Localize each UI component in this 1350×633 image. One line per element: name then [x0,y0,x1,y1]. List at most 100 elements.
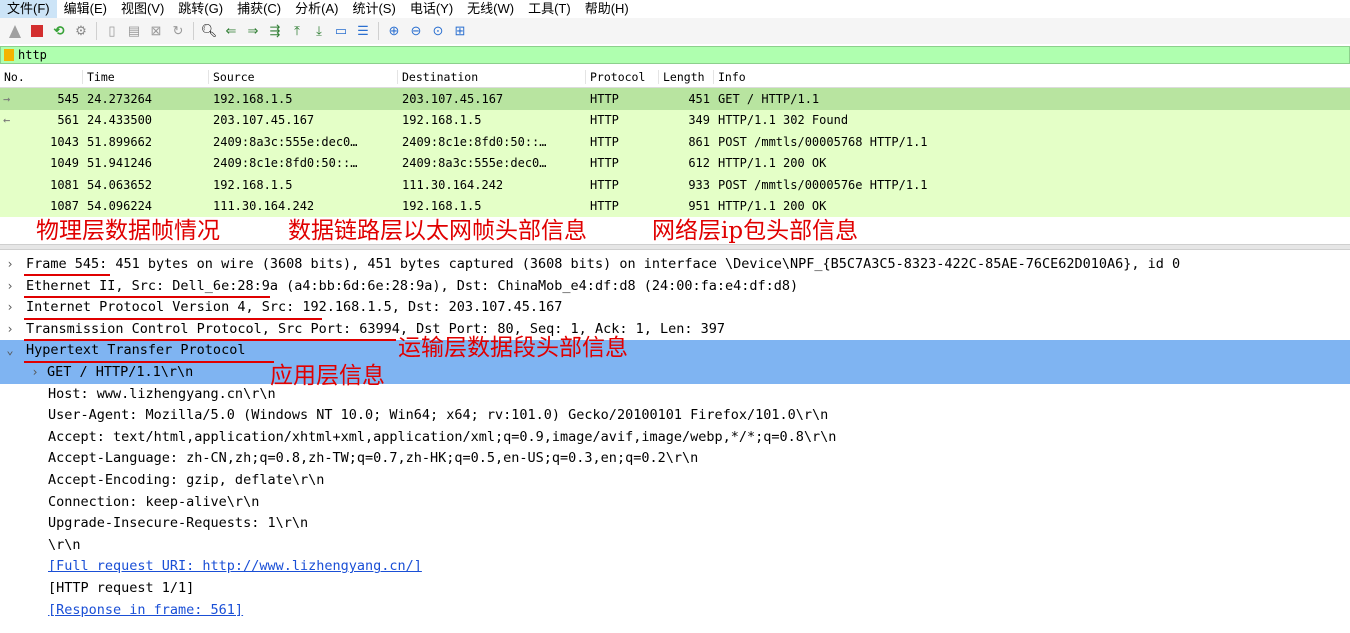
tree-item-accept-language[interactable]: Accept-Language: zh-CN,zh;q=0.8,zh-TW;q=… [0,448,1350,470]
packet-no: 1049 [50,156,79,171]
packet-protocol: HTTP [590,156,619,171]
go-back-icon[interactable]: ⇐ [222,22,240,40]
packet-row[interactable]: ← 561 24.433500 203.107.45.167 192.168.1… [0,109,1350,131]
find-packet-icon[interactable]: 🔍︎ [200,22,218,40]
tree-item-frame[interactable]: › Frame 545: 451 bytes on wire (3608 bits… [0,254,1350,276]
colorize-icon[interactable]: ☰ [354,22,372,40]
restart-capture-icon[interactable]: ⟲ [50,22,68,40]
packet-row[interactable]: → 545 24.273264 192.168.1.5 203.107.45.1… [0,88,1350,110]
collapse-arrow-icon[interactable]: ⌄ [0,340,20,362]
reload-file-icon[interactable]: ↻ [169,22,187,40]
tree-item-http[interactable]: ⌄ Hypertext Transfer Protocol [0,340,1350,362]
packet-time: 24.433500 [87,113,153,128]
expand-arrow-icon[interactable]: › [0,276,20,298]
menu-file[interactable]: 文件(F) [0,0,57,18]
display-filter-input[interactable]: http [18,48,47,62]
packet-row[interactable]: 1043 51.899662 2409:8a3c:555e:dec0… 2409… [0,131,1350,153]
tree-item-user-agent[interactable]: User-Agent: Mozilla/5.0 (Windows NT 10.0… [0,405,1350,427]
packet-destination: 2409:8c1e:8fd0:50::… [402,134,547,149]
go-forward-icon[interactable]: ⇒ [244,22,262,40]
packet-no: 561 [57,113,79,128]
filter-bookmark-icon[interactable] [4,49,14,61]
menu-wireless[interactable]: 无线(W) [460,0,521,18]
packet-length: 933 [688,177,710,192]
tree-item-response-in[interactable]: [Response in frame: 561] [0,600,1350,622]
tree-item-label: Connection: keep-alive\r\n [48,493,260,510]
menu-capture[interactable]: 捕获(C) [230,0,288,18]
packet-details-tree: › Frame 545: 451 bytes on wire (3608 bits… [0,254,1350,621]
tree-item-label: Accept-Language: zh-CN,zh;q=0.8,zh-TW;q=… [48,450,699,467]
capture-options-icon[interactable]: ⚙ [72,22,90,40]
full-uri-link[interactable]: [Full request URI: http://www.lizhengyan… [48,558,422,574]
go-to-packet-icon[interactable]: ⇶ [266,22,284,40]
packet-row[interactable]: 1049 51.941246 2409:8c1e:8fd0:50::… 2409… [0,152,1350,174]
column-header-source[interactable]: Source [209,70,398,84]
expand-arrow-icon[interactable]: › [28,362,42,384]
zoom-out-icon[interactable]: ⊖ [407,22,425,40]
tree-item-label: Accept-Encoding: gzip, deflate\r\n [48,471,325,488]
save-file-icon[interactable]: ▤ [125,22,143,40]
tree-item-label: Accept: text/html,application/xhtml+xml,… [48,428,837,445]
last-packet-icon[interactable]: ⤓ [310,22,328,40]
normal-size-icon[interactable]: ⊙ [429,22,447,40]
packet-info: POST /mmtls/0000576e HTTP/1.1 [718,177,928,192]
expand-arrow-icon[interactable]: › [0,254,20,276]
packet-info: HTTP/1.1 302 Found [718,113,849,128]
tree-item-ethernet[interactable]: › Ethernet II, Src: Dell_6e:28:9a (a4:bb:… [0,276,1350,298]
auto-scroll-icon[interactable]: ▭ [332,22,350,40]
tree-item-ip[interactable]: › Internet Protocol Version 4, Src: 192.1… [0,297,1350,319]
packet-time: 51.899662 [87,134,153,149]
menu-statistics[interactable]: 统计(S) [345,0,402,18]
first-packet-icon[interactable]: ⤒ [288,22,306,40]
annotation-underline [24,274,110,276]
packet-row[interactable]: 1081 54.063652 192.168.1.5 111.30.164.24… [0,174,1350,196]
column-header-no[interactable]: No. [0,70,83,84]
tree-item-host[interactable]: Host: www.lizhengyang.cn\r\n [0,384,1350,406]
tree-item-http-get[interactable]: › GET / HTTP/1.1\r\n [0,361,1350,384]
column-header-time[interactable]: Time [83,70,209,84]
annotation-underline [24,361,274,363]
pane-splitter[interactable] [0,244,1350,250]
packet-protocol: HTTP [590,91,619,106]
tree-item-accept[interactable]: Accept: text/html,application/xhtml+xml,… [0,427,1350,449]
response-frame-link[interactable]: [Response in frame: 561] [48,602,243,618]
packet-source: 192.168.1.5 [213,91,293,106]
menu-analyze[interactable]: 分析(A) [288,0,345,18]
column-header-length[interactable]: Length [659,70,714,84]
tree-item-tcp[interactable]: › Transmission Control Protocol, Src Port… [0,319,1350,341]
menu-help[interactable]: 帮助(H) [578,0,636,18]
tree-item-connection[interactable]: Connection: keep-alive\r\n [0,492,1350,514]
column-header-destination[interactable]: Destination [398,70,586,84]
menu-tools[interactable]: 工具(T) [521,0,578,18]
tree-item-crlf[interactable]: \r\n [0,535,1350,557]
toolbar-separator [193,22,194,40]
open-file-icon[interactable]: ▯ [103,22,121,40]
expand-arrow-icon[interactable]: › [0,319,20,341]
menu-view[interactable]: 视图(V) [114,0,171,18]
packet-protocol: HTTP [590,199,619,214]
menu-edit[interactable]: 编辑(E) [57,0,114,18]
tree-item-upgrade[interactable]: Upgrade-Insecure-Requests: 1\r\n [0,513,1350,535]
menu-bar: 文件(F) 编辑(E) 视图(V) 跳转(G) 捕获(C) 分析(A) 统计(S… [0,0,1350,18]
close-file-icon[interactable]: ⊠ [147,22,165,40]
menu-telephony[interactable]: 电话(Y) [403,0,460,18]
column-header-protocol[interactable]: Protocol [586,70,659,84]
menu-go[interactable]: 跳转(G) [171,0,230,18]
tree-item-label: [HTTP request 1/1] [48,579,195,596]
tree-item-request-count[interactable]: [HTTP request 1/1] [0,578,1350,600]
stop-capture-icon[interactable] [28,22,46,40]
annotation-underline [24,296,270,298]
column-header-info[interactable]: Info [714,70,1350,84]
request-arrow-icon: → [3,91,11,106]
packet-source: 2409:8a3c:555e:dec0… [213,134,358,149]
tree-item-label: GET / HTTP/1.1\r\n [47,363,194,380]
expand-arrow-icon[interactable]: › [0,297,20,319]
tree-item-accept-encoding[interactable]: Accept-Encoding: gzip, deflate\r\n [0,470,1350,492]
tree-item-label: User-Agent: Mozilla/5.0 (Windows NT 10.0… [48,407,829,424]
start-capture-icon[interactable] [6,22,24,40]
resize-columns-icon[interactable]: ⊞ [451,22,469,40]
zoom-in-icon[interactable]: ⊕ [385,22,403,40]
display-filter-bar[interactable]: http [0,46,1350,64]
packet-list-header: No. Time Source Destination Protocol Len… [0,67,1350,88]
tree-item-full-uri[interactable]: [Full request URI: http://www.lizhengyan… [0,556,1350,578]
